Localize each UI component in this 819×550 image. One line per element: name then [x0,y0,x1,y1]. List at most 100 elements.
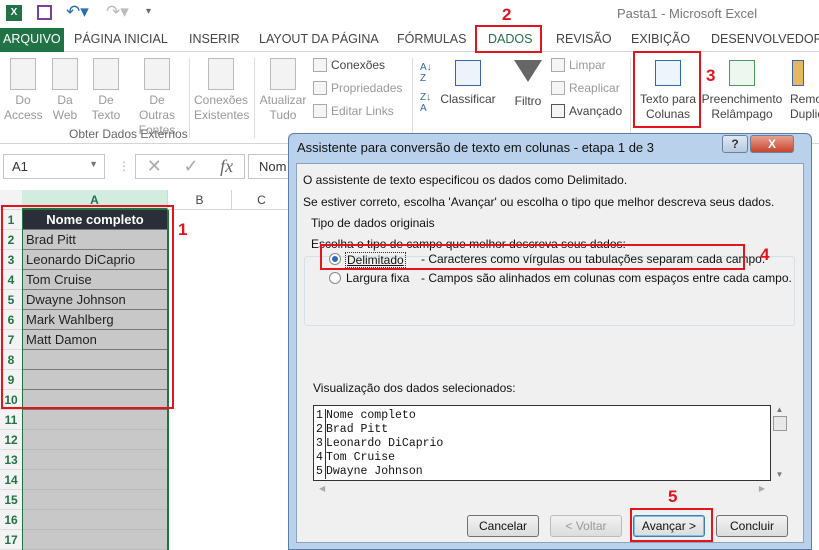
conexoes-button[interactable]: Conexões [313,58,385,72]
limpar-button[interactable]: Limpar [551,58,606,72]
sort-za-icon[interactable]: Z↓ A [420,92,431,114]
excel-icon: X [6,5,22,21]
row-header[interactable]: 17 [0,530,22,550]
preview-row: 4 Tom Cruise [314,451,770,465]
classificar-button[interactable]: Classificar [440,60,496,107]
enter-icon[interactable]: ✓ [183,156,198,177]
label: Avançado [569,104,623,118]
group-title: Tipo de dados originais [309,216,437,230]
do-access-button[interactable]: Do Access [4,58,43,123]
preview-row-number: 4 [314,451,326,465]
cancel-button[interactable]: Cancelar [467,515,539,537]
name-box-value: A1 [12,159,28,174]
data-preview: 1 Nome completo 2 Brad Pitt 3 Leonardo DiCa… [313,405,771,481]
reapply-icon [551,81,565,95]
save-icon[interactable] [37,5,52,20]
reaplicar-button[interactable]: Reaplicar [551,81,620,95]
row-header[interactable]: 14 [0,470,22,490]
preview-horizontal-scrollbar[interactable]: ◀ ▶ [313,481,771,497]
radio-largura-fixa[interactable] [329,272,341,284]
close-button[interactable]: X [750,135,794,153]
customize-icon[interactable]: ▾ [146,6,151,17]
label: Existentes [194,108,250,122]
label: Limpar [569,58,606,72]
label: Web [52,108,78,122]
tab-desenvolvedor[interactable]: DESENVOLVEDOR [705,28,819,52]
dialog-instruction: Se estiver correto, escolha 'Avançar' ou… [303,195,775,209]
tab-inserir[interactable]: INSERIR [183,28,246,52]
redo-icon[interactable]: ↷▾ [106,2,129,22]
cancel-icon[interactable]: ✕ [147,156,162,177]
tab-exibicao[interactable]: EXIBIÇÃO [625,28,696,52]
scroll-up-icon[interactable]: ▲ [771,405,788,414]
table-cell[interactable] [23,410,167,430]
preview-row: 1 Nome completo [314,409,770,423]
row-header[interactable]: 11 [0,410,22,430]
conexoes-existentes-button[interactable]: Conexões Existentes [194,58,250,123]
label: Remo [790,92,819,106]
table-cell[interactable] [23,450,167,470]
chevron-down-icon[interactable]: ▼ [89,159,98,169]
table-cell[interactable] [23,430,167,450]
tab-pagina-inicial[interactable]: PÁGINA INICIAL [68,28,174,52]
preview-row-text: Leonardo DiCaprio [326,437,444,450]
label: Atualizar [259,93,307,107]
label: Filtro [514,94,542,108]
row-header[interactable]: 13 [0,450,22,470]
row-header[interactable]: 12 [0,430,22,450]
step-3-label: 3 [706,66,716,85]
atualizar-tudo-button[interactable]: Atualizar Tudo [258,58,308,123]
row-header[interactable]: 15 [0,490,22,510]
back-button[interactable]: < Voltar [550,515,622,537]
divider [412,58,413,138]
help-button[interactable]: ? [722,135,748,153]
label: Preenchimento [701,92,783,106]
table-cell[interactable] [23,470,167,490]
row-header[interactable]: 16 [0,510,22,530]
name-box[interactable]: A1 ▼ [3,154,105,179]
connections-icon [313,58,327,72]
de-outras-fontes-button[interactable]: De Outras Fontes [130,58,184,138]
preview-vertical-scrollbar[interactable]: ▲ ▼ [771,405,788,481]
filter-icon [514,60,542,82]
label: Classificar [440,92,496,106]
tab-arquivo[interactable]: ARQUIVO [0,28,64,52]
filtro-button[interactable]: Filtro [508,60,548,109]
scroll-right-icon[interactable]: ▶ [759,484,765,493]
finish-button[interactable]: Concluir [716,515,788,537]
da-web-button[interactable]: Da Web [50,58,80,123]
propriedades-button[interactable]: Propriedades [313,81,402,95]
column-header-c[interactable]: C [232,190,292,210]
table-cell[interactable] [23,490,167,510]
undo-icon[interactable]: ↶▾ [66,2,89,22]
table-cell[interactable] [23,510,167,530]
column-header-b[interactable]: B [168,190,232,210]
label: Reaplicar [569,81,620,95]
table-cell[interactable] [23,530,167,550]
tab-layout[interactable]: LAYOUT DA PÁGINA [253,28,385,52]
editar-links-button[interactable]: Editar Links [313,104,394,118]
avancado-button[interactable]: Avançado [551,104,622,118]
highlight-delimitado [320,244,745,270]
scroll-down-icon[interactable]: ▼ [771,470,788,479]
preview-row-number: 1 [314,409,326,423]
label: De Outras [138,93,175,122]
de-texto-button[interactable]: De Texto [88,58,124,123]
label: Conexões [331,58,386,72]
scroll-thumb[interactable] [772,416,787,431]
label: Conexões [194,93,249,107]
scroll-left-icon[interactable]: ◀ [319,484,325,493]
tab-formulas[interactable]: FÓRMULAS [391,28,472,52]
label: Texto [91,108,121,122]
preview-row: 3 Leonardo DiCaprio [314,437,770,451]
insert-function-icon[interactable]: fx [220,156,233,177]
sort-az-icon[interactable]: A↓ Z [420,62,432,84]
group-label-obter-dados: Obter Dados Externos [69,127,188,141]
step-1-label: 1 [178,220,188,239]
drag-handle-icon[interactable]: ⋮ [118,159,130,173]
label: Tudo [269,108,297,122]
tab-revisao[interactable]: REVISÃO [550,28,618,52]
label-largura-fixa[interactable]: Largura fixa [346,271,409,285]
step-2-label: 2 [502,5,512,24]
remover-duplicatas-button[interactable]: RemoDuplic [786,60,819,122]
